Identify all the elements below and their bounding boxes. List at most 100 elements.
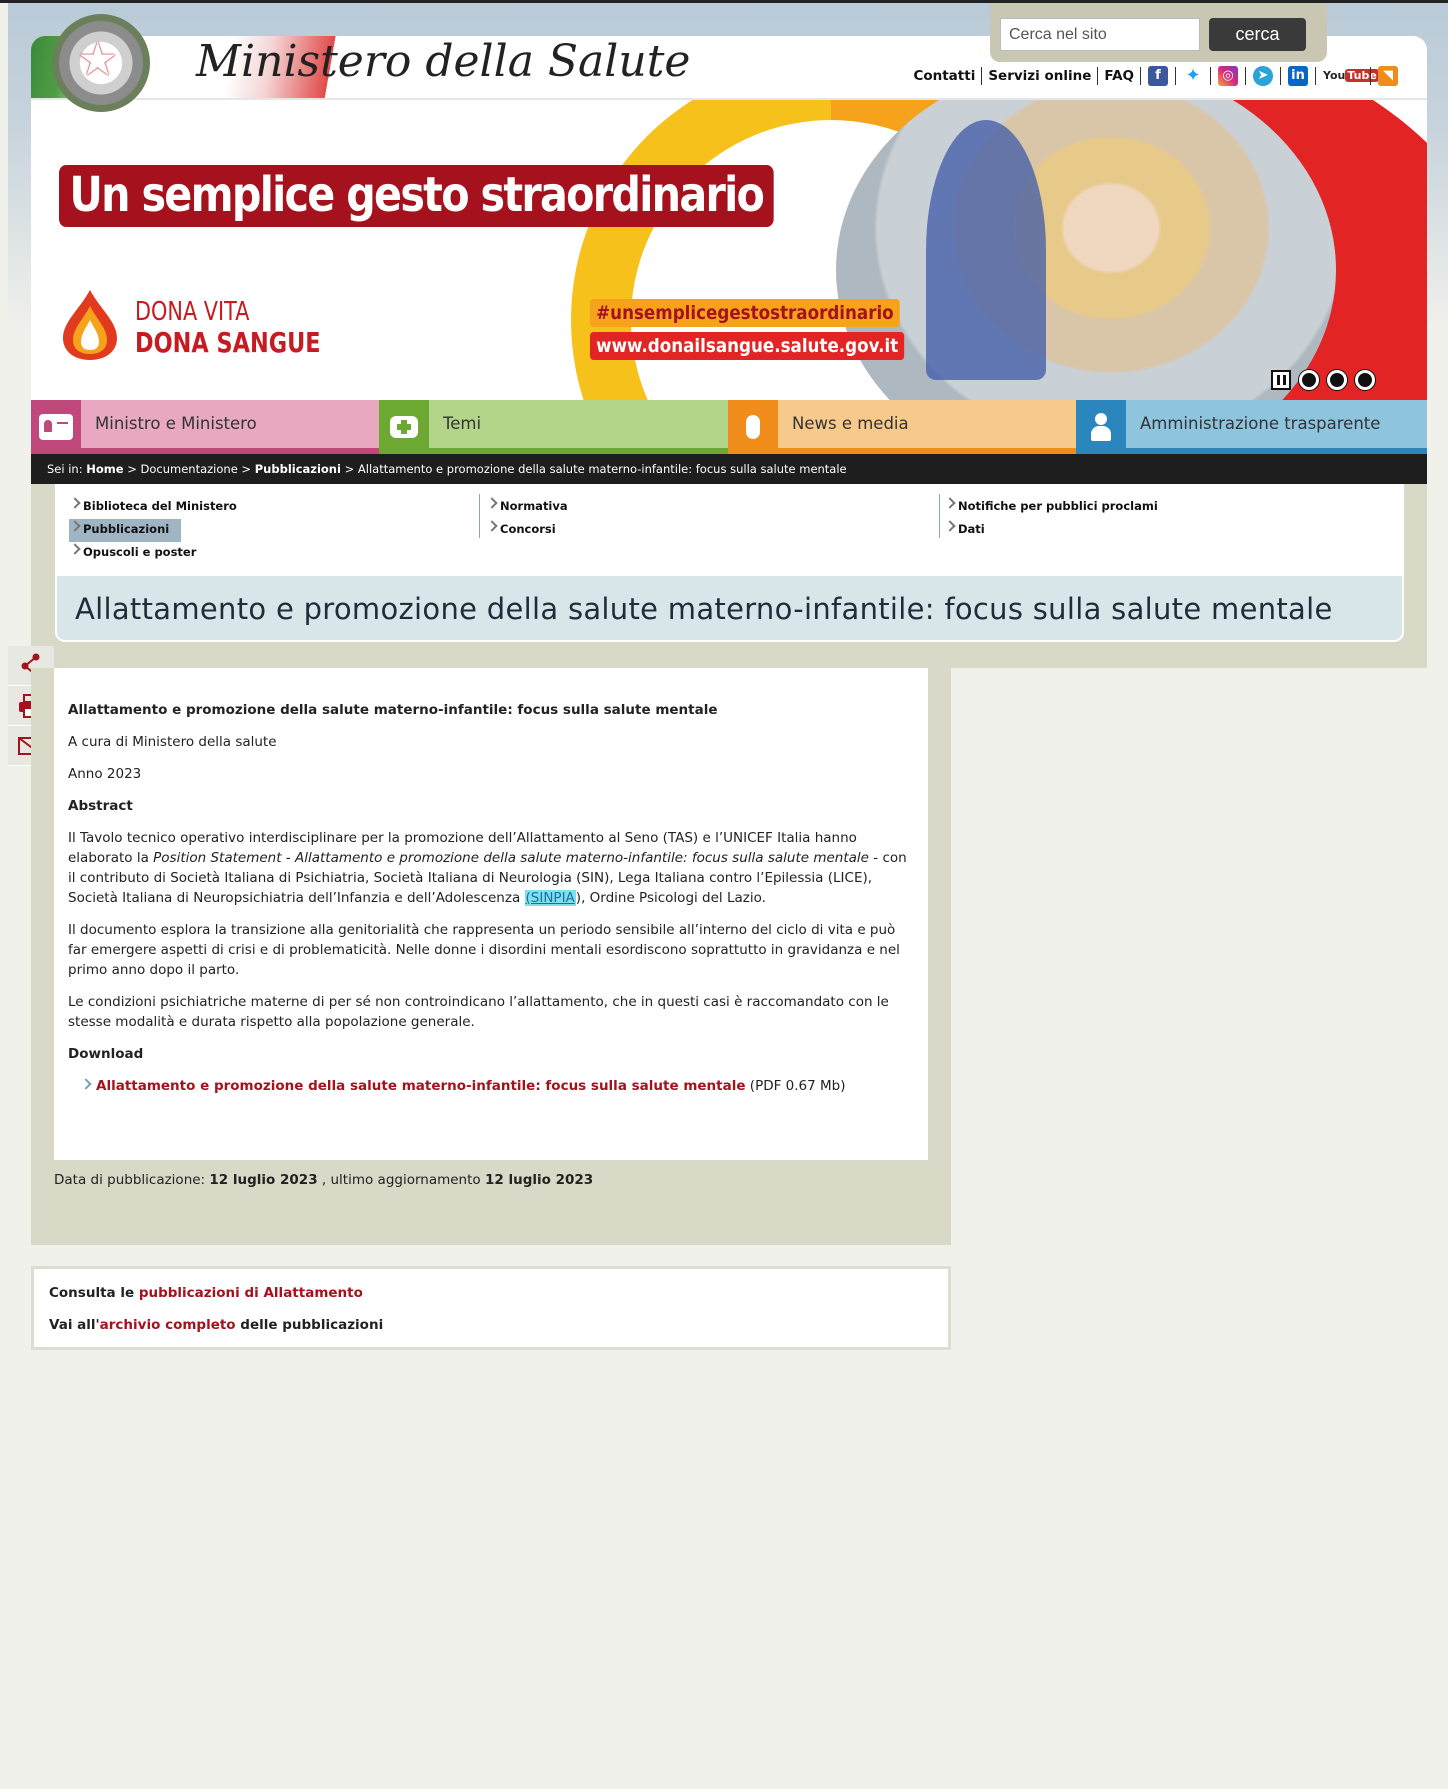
pubdate-label: Data di pubblicazione: [54, 1172, 206, 1188]
divider [1280, 67, 1281, 85]
search-button[interactable]: cerca [1209, 18, 1306, 51]
sinpia-link[interactable]: (SINPIA [524, 890, 576, 906]
campaign-line-2: DONA SANGUE [135, 326, 321, 359]
nav-label-ministro: Ministro e Ministero [81, 400, 379, 454]
id-card-icon [31, 400, 81, 454]
publication-date: Data di pubblicazione: 12 luglio 2023 , … [54, 1172, 593, 1188]
abstract-text: ), Ordine Psicologi del Lazio. [575, 890, 766, 906]
subnav-col-2: Normativa Concorsi [486, 496, 568, 542]
top-links: Contatti Servizi online FAQ f ✦ ◎ ➤ in Y… [907, 66, 1405, 86]
subnav-pubblicazioni[interactable]: Pubblicazioni [69, 519, 181, 542]
link-faq[interactable]: FAQ [1098, 67, 1141, 85]
nav-news-e-media[interactable]: News e media [728, 400, 1076, 454]
abstract-paragraph-2: Il documento esplora la transizione alla… [68, 922, 900, 978]
breadcrumb-pubblicazioni[interactable]: Pubblicazioni [255, 462, 341, 476]
campaign-line-1: DONA VITA [135, 297, 250, 327]
abstract-paragraph-3: Le condizioni psichiatriche materne di p… [68, 994, 889, 1030]
content-heading: Allattamento e promozione della salute m… [68, 702, 718, 718]
abstract-label: Abstract [68, 798, 133, 814]
subnav-concorsi[interactable]: Concorsi [486, 519, 568, 542]
download-label: Download [68, 1046, 144, 1062]
instagram-icon[interactable]: ◎ [1218, 66, 1238, 86]
rss-icon[interactable]: ◥ [1378, 66, 1398, 86]
section-header: Biblioteca del Ministero Pubblicazioni O… [31, 484, 1427, 668]
nav-amministrazione-trasparente[interactable]: Amministrazione trasparente [1076, 400, 1427, 454]
carousel-dot-1[interactable] [1299, 370, 1319, 390]
search-box: cerca [990, 4, 1327, 62]
nav-temi[interactable]: Temi [379, 400, 728, 454]
updated-value: 12 luglio 2023 [484, 1172, 594, 1188]
content-author: A cura di Ministero della salute [68, 734, 277, 750]
subnav-normativa[interactable]: Normativa [486, 496, 568, 519]
breadcrumb-current: Allattamento e promozione della salute m… [357, 462, 847, 476]
divider [1210, 67, 1211, 85]
page-title-box: Allattamento e promozione della salute m… [55, 576, 1404, 642]
download-meta: (PDF 0.67 Mb) [749, 1078, 846, 1094]
link-contatti[interactable]: Contatti [907, 67, 983, 85]
star-icon: ★ [77, 32, 119, 86]
carousel-dot-3[interactable] [1355, 370, 1375, 390]
link-servizi-online[interactable]: Servizi online [982, 67, 1099, 85]
breadcrumb-prefix: Sei in: [47, 462, 83, 476]
link-pubblicazioni-allattamento[interactable]: pubblicazioni di Allattamento [139, 1285, 363, 1301]
campaign-banner[interactable]: Un semplice gesto straordinario DONA VIT… [31, 98, 1427, 400]
pause-icon[interactable] [1271, 370, 1291, 390]
updated-label: , ultimo aggiornamento [321, 1172, 481, 1188]
youtube-icon[interactable]: You Tube [1323, 66, 1379, 86]
pubdate-value: 12 luglio 2023 [209, 1172, 318, 1188]
facebook-icon[interactable]: f [1148, 66, 1168, 86]
telegram-icon[interactable]: ➤ [1253, 66, 1273, 86]
related-line-1: Consulta le pubblicazioni di Allattament… [49, 1283, 933, 1303]
nav-ministro-e-ministero[interactable]: Ministro e Ministero [31, 400, 379, 454]
position-statement-title: Position Statement - Allattamento e prom… [153, 850, 869, 866]
related-text: delle pubblicazioni [240, 1317, 384, 1333]
banner-photo-chair [926, 120, 1046, 380]
divider [1245, 67, 1246, 85]
nav-label-news: News e media [778, 400, 1076, 454]
microphone-icon [728, 400, 778, 454]
divider [1370, 67, 1371, 85]
banner-photo [836, 100, 1336, 400]
subnav-notifiche[interactable]: Notifiche per pubblici proclami [944, 496, 1158, 519]
main-content: Allattamento e promozione della salute m… [54, 668, 928, 1160]
related-text: Vai all' [49, 1317, 100, 1333]
search-input[interactable] [1000, 18, 1200, 51]
divider [1175, 67, 1176, 85]
main-nav: Ministro e Ministero Temi News e media A… [31, 400, 1427, 454]
subnav-col-1: Biblioteca del Ministero Pubblicazioni O… [69, 496, 237, 565]
banner-title: Un semplice gesto straordinario [59, 165, 774, 227]
download-row: Allattamento e promozione della salute m… [68, 1076, 914, 1096]
republic-emblem: ★ [52, 14, 150, 112]
subnav-col-3: Notifiche per pubblici proclami Dati [944, 496, 1158, 542]
content-year: Anno 2023 [68, 766, 142, 782]
divider [479, 494, 480, 538]
related-links: Consulta le pubblicazioni di Allattament… [31, 1266, 951, 1350]
linkedin-icon[interactable]: in [1288, 66, 1308, 86]
download-link[interactable]: Allattamento e promozione della salute m… [96, 1078, 746, 1094]
site-logo-text[interactable]: Ministero della Salute [196, 36, 690, 87]
banner-url: www.donailsangue.salute.gov.it [590, 332, 905, 360]
related-line-2: Vai all'archivio completo delle pubblica… [49, 1315, 933, 1335]
page-title: Allattamento e promozione della salute m… [75, 592, 1333, 626]
related-text: Consulta le [49, 1285, 135, 1301]
breadcrumb: Sei in: Home > Documentazione > Pubblica… [31, 454, 1427, 484]
banner-hashtag: #unsemplicegestostraordinario [590, 299, 900, 327]
carousel-dot-2[interactable] [1327, 370, 1347, 390]
sub-navigation: Biblioteca del Ministero Pubblicazioni O… [55, 484, 1404, 576]
nav-label-temi: Temi [429, 400, 728, 454]
person-icon [1076, 400, 1126, 454]
blood-drop-icon [63, 290, 117, 360]
subnav-dati[interactable]: Dati [944, 519, 1158, 542]
nav-label-amministrazione: Amministrazione trasparente [1126, 400, 1427, 454]
breadcrumb-home[interactable]: Home [86, 462, 123, 476]
medical-kit-icon [379, 400, 429, 454]
twitter-icon[interactable]: ✦ [1183, 66, 1203, 86]
carousel-controls [1271, 370, 1375, 390]
divider [939, 494, 940, 538]
breadcrumb-documentazione[interactable]: Documentazione [141, 462, 238, 476]
subnav-biblioteca[interactable]: Biblioteca del Ministero [69, 496, 237, 519]
subnav-opuscoli[interactable]: Opuscoli e poster [69, 542, 237, 565]
link-archivio-completo[interactable]: archivio completo [100, 1317, 236, 1333]
divider [1315, 67, 1316, 85]
abstract-paragraph-1: Il Tavolo tecnico operativo interdiscipl… [68, 828, 914, 908]
